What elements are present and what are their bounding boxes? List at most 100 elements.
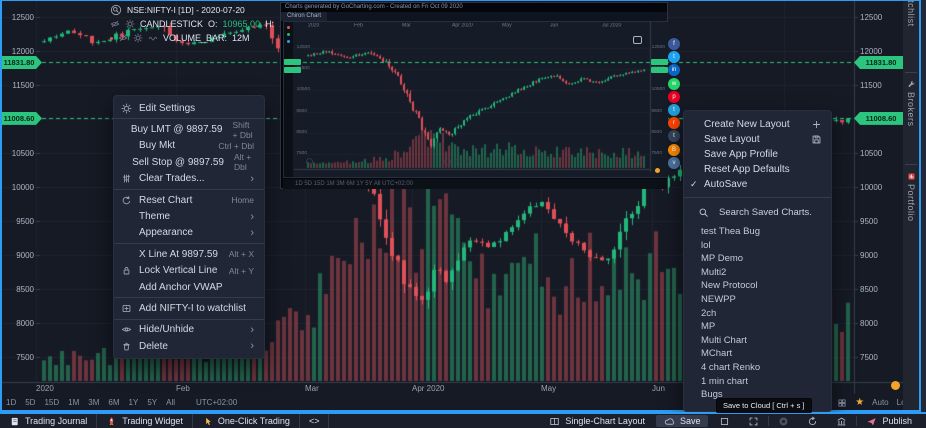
- timeframe-5d[interactable]: 5D: [25, 398, 35, 407]
- menu-item-buy-lmt-9897-59[interactable]: Buy LMT @ 9897.59Shift + Dbl: [114, 121, 264, 137]
- menu-item-label: Add Anchor VWAP: [139, 282, 254, 293]
- toolbar--button[interactable]: <>: [300, 414, 330, 428]
- saved-chart-item[interactable]: 2ch: [684, 307, 831, 321]
- toolbar-square-icon[interactable]: [710, 414, 739, 428]
- share-facebook-icon[interactable]: f: [668, 38, 680, 50]
- cloud-icon: [664, 416, 675, 427]
- symbol-info: NSE:NIFTY-I [1D] - 2020-07-20: [127, 5, 245, 15]
- rocket-icon: [106, 416, 117, 427]
- tab-watchlist[interactable]: Watchlist: [903, 0, 919, 27]
- menu-item-delete[interactable]: Delete›: [114, 338, 264, 354]
- toolbar-one-click-trading-button[interactable]: One-Click Trading: [193, 414, 300, 428]
- menu-item-label: Hide/Unhide: [139, 324, 240, 335]
- preview-date-label: Feb: [354, 23, 363, 28]
- share-telegram-icon[interactable]: t: [668, 104, 680, 116]
- menu-item-add-anchor-vwap[interactable]: Add Anchor VWAP: [114, 279, 264, 295]
- tab-portfolio[interactable]: Portfolio: [903, 172, 919, 222]
- menu-item-appearance[interactable]: Appearance›: [114, 225, 264, 241]
- toolbar-single-chart-layout-button[interactable]: Single-Chart Layout: [540, 414, 654, 428]
- timeframe-6m[interactable]: 6M: [108, 398, 119, 407]
- menu-item-hide-unhide[interactable]: Hide/Unhide›: [114, 322, 264, 338]
- menu-shortcut: Ctrl + Dbl: [218, 141, 254, 151]
- saved-chart-item[interactable]: MP: [684, 320, 831, 334]
- saved-chart-item[interactable]: New Protocol: [684, 279, 831, 293]
- right-edge: [921, 0, 926, 412]
- timezone-selector[interactable]: UTC+02:00: [196, 398, 237, 407]
- preview-price-label: 10500: [297, 87, 310, 92]
- auto-scale-toggle[interactable]: Auto: [872, 398, 888, 407]
- layout-menu-label: Create New Layout: [704, 119, 811, 130]
- timeframe-5y[interactable]: 5Y: [147, 398, 157, 407]
- saved-chart-item[interactable]: NEWPP: [684, 293, 831, 307]
- toolbar-fullscreen-icon[interactable]: [739, 414, 768, 428]
- timeframe-all[interactable]: All: [166, 398, 175, 407]
- toolbar-label: Publish: [882, 416, 912, 426]
- favorite-star-icon[interactable]: ★: [855, 397, 864, 408]
- menu-item-clear-trades[interactable]: Clear Trades...›: [114, 171, 264, 187]
- time-axis-label: Feb: [176, 384, 190, 393]
- toolbar-refresh-icon[interactable]: [798, 414, 827, 428]
- toolbar-bank-icon[interactable]: [827, 414, 856, 428]
- menu-item-theme[interactable]: Theme›: [114, 208, 264, 224]
- save-tooltip: Save to Cloud [ Ctrl + s ]: [716, 398, 812, 413]
- preview-tab[interactable]: Chiron Chart: [281, 12, 327, 21]
- share-pinterest-icon[interactable]: p: [668, 91, 680, 103]
- timeframe-3m[interactable]: 3M: [88, 398, 99, 407]
- menu-item-edit-settings[interactable]: Edit Settings: [114, 100, 264, 116]
- toolbar-publish-button[interactable]: Publish: [857, 414, 921, 428]
- menu-item-x-line-at-9897-59[interactable]: X Line At 9897.59Alt + X: [114, 246, 264, 262]
- zoom-history-icon[interactable]: [110, 4, 122, 16]
- toolbar-camera-icon[interactable]: [769, 414, 798, 428]
- hide-study-icon[interactable]: [118, 33, 128, 43]
- preview-status-dot: [655, 168, 660, 173]
- layout-menu-save-app-profile[interactable]: Save App Profile: [684, 147, 831, 162]
- toolbar-trading-widget-button[interactable]: Trading Widget: [97, 414, 193, 428]
- timeframe-1y[interactable]: 1Y: [129, 398, 139, 407]
- preview-snapshot-icon[interactable]: [633, 36, 642, 44]
- study-settings-icon[interactable]: [133, 33, 143, 43]
- toolbar-label: Save: [680, 416, 701, 426]
- check-icon: ✓: [690, 179, 704, 190]
- preview-price-label: 8500: [651, 129, 662, 134]
- search-saved-charts-input[interactable]: [717, 206, 822, 219]
- share-blogger-icon[interactable]: B: [668, 144, 680, 156]
- saved-chart-item[interactable]: MChart: [684, 347, 831, 361]
- grid-settings-icon[interactable]: [837, 398, 847, 408]
- share-whatsapp-icon[interactable]: w: [668, 78, 680, 90]
- menu-item-add-nifty-i-to-watchlist[interactable]: Add NIFTY-I to watchlist: [114, 300, 264, 316]
- camera-icon: [778, 416, 789, 427]
- share-vk-icon[interactable]: v: [668, 157, 680, 169]
- layout-menu-save-layout[interactable]: Save Layout: [684, 132, 831, 147]
- menu-item-lock-vertical-line[interactable]: Lock Vertical LineAlt + Y: [114, 263, 264, 279]
- saved-chart-item[interactable]: Multi Chart: [684, 334, 831, 348]
- timeframe-1d[interactable]: 1D: [6, 398, 16, 407]
- saved-chart-item[interactable]: 1 min chart: [684, 375, 831, 389]
- submenu-arrow-icon: ›: [250, 341, 254, 351]
- reset-icon: [121, 195, 139, 206]
- time-axis-label: 2020: [36, 384, 54, 393]
- menu-shortcut: Alt + X: [229, 249, 254, 259]
- timeframe-1m[interactable]: 1M: [68, 398, 79, 407]
- chart-preview-window[interactable]: Charts generated by GoCharting.com - Cre…: [280, 2, 668, 189]
- preview-price-label: 9500: [296, 108, 307, 113]
- timeframe-15d[interactable]: 15D: [44, 398, 59, 407]
- menu-item-reset-chart[interactable]: Reset ChartHome: [114, 192, 264, 208]
- layout-menu-reset-app-defaults[interactable]: Reset App Defaults: [684, 162, 831, 177]
- saved-chart-item[interactable]: lol: [684, 239, 831, 253]
- layout-menu-create-new-layout[interactable]: Create New Layout: [684, 117, 831, 132]
- price-tag-left-line: 11831.80: [0, 56, 42, 69]
- study-settings-icon[interactable]: [125, 19, 135, 29]
- toolbar-trading-journal-button[interactable]: Trading Journal: [0, 414, 97, 428]
- saved-chart-item[interactable]: MP Demo: [684, 252, 831, 266]
- hide-study-icon[interactable]: [110, 19, 120, 29]
- saved-chart-item[interactable]: 4 chart Renko: [684, 361, 831, 375]
- layout-menu-autosave[interactable]: ✓AutoSave: [684, 177, 831, 192]
- tab-brokers[interactable]: Brokers: [903, 80, 919, 127]
- menu-item-sell-stop-9897-59[interactable]: Sell Stop @ 9897.59Alt + Dbl: [114, 154, 264, 170]
- saved-chart-item[interactable]: Multi2: [684, 266, 831, 280]
- saved-chart-item[interactable]: test Thea Bug: [684, 225, 831, 239]
- preview-date-label: 2020: [308, 23, 319, 28]
- saved-charts-search[interactable]: [684, 203, 831, 221]
- toolbar-save-button[interactable]: Save: [656, 415, 709, 427]
- alert-dot: [110, 37, 113, 40]
